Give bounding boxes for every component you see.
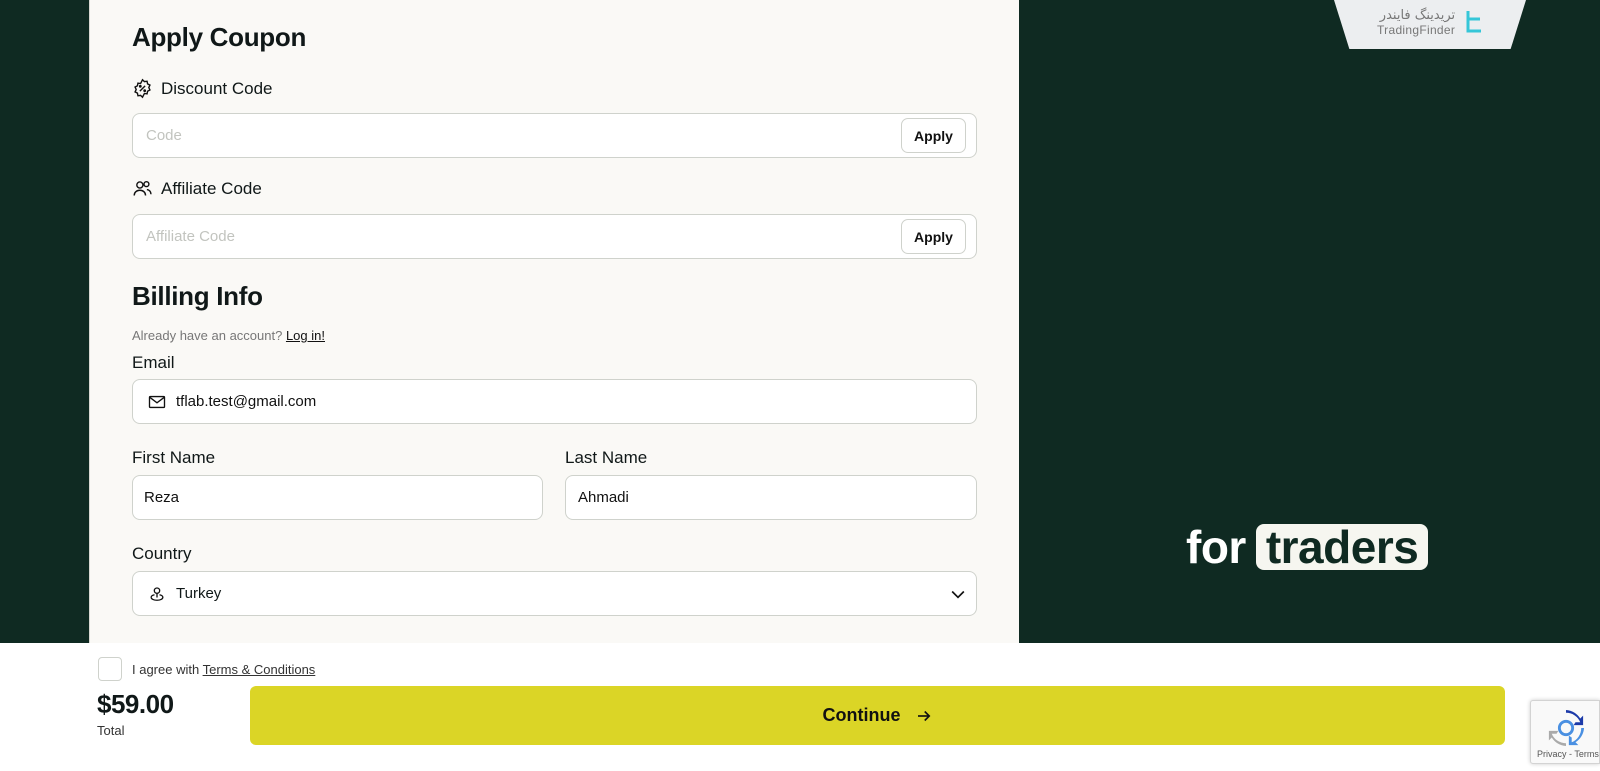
- last-name-input[interactable]: [566, 476, 976, 519]
- recaptcha-icon: [1548, 709, 1585, 747]
- discount-code-label: Discount Code: [132, 78, 273, 99]
- country-select[interactable]: Turkey: [132, 571, 977, 616]
- login-prompt: Already have an account? Log in!: [132, 328, 325, 343]
- terms-checkbox[interactable]: [98, 657, 122, 681]
- brand-logo: تریدینگ فایندر TradingFinder: [1334, 0, 1526, 49]
- discount-code-label-text: Discount Code: [161, 78, 273, 98]
- checkout-form-panel: Apply Coupon Discount Code Apply Affilia…: [89, 0, 1019, 643]
- affiliate-code-label-text: Affiliate Code: [161, 178, 262, 198]
- order-price: $59.00: [97, 689, 174, 719]
- tradingfinder-logo-icon: [1466, 11, 1481, 33]
- discount-code-row: Apply: [132, 113, 977, 158]
- last-name-field: [565, 475, 977, 520]
- affiliate-code-input[interactable]: [133, 215, 893, 258]
- apply-affiliate-button[interactable]: Apply: [901, 219, 966, 254]
- affiliate-code-row: Apply: [132, 214, 977, 259]
- first-name-field: [132, 475, 543, 520]
- hero-tagline: for traders: [1186, 520, 1429, 574]
- terms-link[interactable]: Terms & Conditions: [203, 662, 316, 677]
- country-value: Turkey: [176, 585, 222, 602]
- terms-agreement: I agree with Terms & Conditions: [98, 657, 315, 681]
- recaptcha-badge[interactable]: Privacy - Terms: [1530, 700, 1600, 764]
- brand-name-en: TradingFinder: [1377, 23, 1456, 37]
- arrow-right-icon: [917, 710, 930, 721]
- login-prompt-text: Already have an account?: [132, 328, 283, 343]
- country-label: Country: [132, 544, 192, 563]
- continue-label: Continue: [822, 705, 901, 725]
- recaptcha-links: Privacy - Terms: [1537, 749, 1599, 759]
- continue-button[interactable]: Continue: [250, 686, 1505, 745]
- checkout-page: Apply Coupon Discount Code Apply Affilia…: [0, 0, 1600, 771]
- login-link[interactable]: Log in!: [286, 328, 325, 343]
- chevron-down-icon[interactable]: [948, 584, 968, 604]
- apply-coupon-title: Apply Coupon: [132, 22, 307, 52]
- map-pin-icon: [150, 587, 164, 601]
- agree-text: I agree with: [132, 661, 200, 677]
- email-field: [132, 379, 977, 424]
- checkout-footer: I agree with Terms & Conditions $59.00 T…: [0, 643, 1600, 771]
- brand-name: تریدینگ فایندر TradingFinder: [1377, 8, 1455, 37]
- users-icon: [133, 180, 152, 196]
- billing-info-title: Billing Info: [132, 281, 263, 311]
- discount-badge-icon: [134, 78, 151, 99]
- hero-highlight: traders: [1255, 524, 1429, 570]
- brand-name-fa: تریدینگ فایندر: [1379, 8, 1456, 23]
- last-name-label: Last Name: [565, 448, 648, 467]
- affiliate-code-label: Affiliate Code: [132, 178, 262, 199]
- first-name-input[interactable]: [133, 476, 542, 519]
- first-name-label: First Name: [132, 448, 216, 467]
- hero-prefix: for: [1186, 521, 1246, 573]
- total-label: Total: [97, 723, 125, 738]
- discount-code-input[interactable]: [133, 114, 893, 157]
- apply-discount-button[interactable]: Apply: [901, 118, 966, 153]
- email-label: Email: [132, 353, 175, 372]
- email-input[interactable]: [133, 380, 893, 423]
